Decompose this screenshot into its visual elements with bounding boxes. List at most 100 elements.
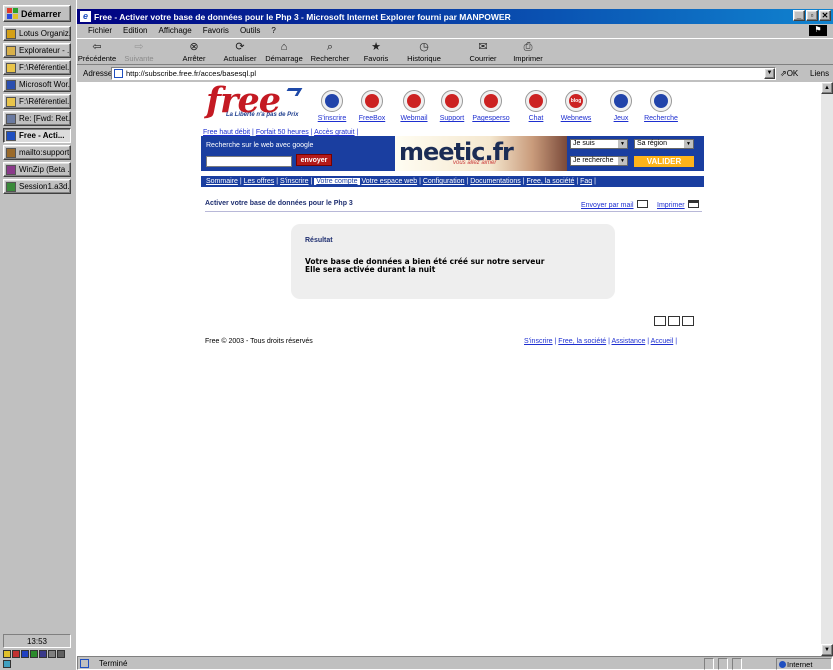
- nav-link[interactable]: Configuration: [423, 178, 465, 185]
- refresh-icon: ⟳: [235, 41, 245, 53]
- nav-icon-label: Support: [439, 115, 465, 122]
- send-mail-link[interactable]: Envoyer par mail: [581, 200, 648, 209]
- search-input[interactable]: [206, 156, 292, 167]
- toolbar-button[interactable]: ⟳ Actualiser: [218, 41, 262, 63]
- toolbar-button[interactable]: ✉ Courrier: [461, 41, 505, 63]
- title-bar[interactable]: e Free - Activer votre base de données p…: [77, 9, 833, 24]
- nav-icon-link[interactable]: FreeBox: [352, 90, 392, 122]
- menu-item[interactable]: ?: [271, 26, 275, 35]
- tray-agent-icon[interactable]: [39, 650, 47, 658]
- menu-item[interactable]: Favoris: [203, 26, 229, 35]
- nav-icon-label: Recherche: [644, 115, 678, 122]
- tray-volume-icon[interactable]: [3, 650, 11, 658]
- footer-link[interactable]: Free, la société: [558, 338, 606, 345]
- scroll-down-icon[interactable]: ▼: [821, 644, 833, 656]
- chat-icon: [525, 90, 547, 112]
- nav-link[interactable]: S'inscrire: [280, 178, 309, 185]
- search-submit-button[interactable]: envoyer: [296, 154, 332, 166]
- menu-item[interactable]: Edition: [123, 26, 147, 35]
- clock[interactable]: 13:53: [3, 634, 71, 648]
- zone-label: Internet: [787, 660, 813, 669]
- menu-item[interactable]: Affichage: [158, 26, 191, 35]
- toolbar-button[interactable]: ⌂ Démarrage: [262, 41, 306, 63]
- nav-icon-link[interactable]: Recherche: [641, 90, 681, 122]
- meetic-ad[interactable]: meetic.fr vous allez aimer: [395, 136, 567, 171]
- nav-icon-link[interactable]: Support: [432, 90, 472, 122]
- meetic-select-je-suis[interactable]: Je suis ▼: [570, 139, 628, 149]
- offer-link[interactable]: Forfait 50 heures: [256, 129, 309, 136]
- nav-link[interactable]: Free, la société: [527, 178, 575, 185]
- offer-link[interactable]: Free haut débit: [203, 129, 250, 136]
- minimize-button[interactable]: _: [793, 10, 805, 21]
- free-logo[interactable]: free La Liberté n'a pas de Prix: [204, 82, 309, 124]
- taskbar-item[interactable]: F:\Référentiel...: [3, 60, 71, 75]
- tray-display-icon[interactable]: [48, 650, 56, 658]
- toolbar-button[interactable]: ◷ Historique: [402, 41, 446, 63]
- logo-tagline: La Liberté n'a pas de Prix: [226, 112, 299, 118]
- address-input[interactable]: http://subscribe.free.fr/acces/basesql.p…: [111, 67, 776, 80]
- toolbar-button[interactable]: ⇨ Suivante: [117, 41, 161, 63]
- address-dropdown-button[interactable]: ▼: [764, 68, 775, 79]
- tray-printer-icon[interactable]: [57, 650, 65, 658]
- print-icon[interactable]: [668, 316, 680, 326]
- footer-link[interactable]: Accueil: [651, 338, 674, 345]
- nav-icon-link[interactable]: S'inscrire: [312, 90, 352, 122]
- winzip-icon: [6, 164, 16, 175]
- tray-network-icon[interactable]: [12, 650, 20, 658]
- go-button[interactable]: ⇗OK: [780, 67, 798, 80]
- separator: |: [354, 129, 359, 136]
- menu-item[interactable]: Fichier: [88, 26, 112, 35]
- footer-link[interactable]: Assistance: [611, 338, 645, 345]
- nav-link[interactable]: Sommaire: [206, 178, 238, 185]
- offer-link[interactable]: Accès gratuit: [314, 129, 354, 136]
- tray-app-icon[interactable]: [30, 650, 38, 658]
- toolbar-button[interactable]: ⌕ Rechercher: [308, 41, 352, 63]
- toolbar-button[interactable]: ⎙ Imprimer: [506, 41, 550, 63]
- nav-link[interactable]: Les offres: [244, 178, 275, 185]
- scroll-up-icon[interactable]: ▲: [821, 82, 833, 94]
- taskbar-item[interactable]: Explorateur - ...: [3, 43, 71, 58]
- nav-link[interactable]: Documentations: [470, 178, 521, 185]
- nav-icon-link[interactable]: blog Webnews: [556, 90, 596, 122]
- nav-icon-link[interactable]: Chat: [516, 90, 556, 122]
- meetic-select-region[interactable]: Sa région ▼: [634, 139, 694, 149]
- toolbar-button-label: Arrêter: [182, 54, 206, 63]
- nav-link[interactable]: Votre compte: [314, 178, 360, 185]
- share-icon[interactable]: [682, 316, 694, 326]
- toolbar-button[interactable]: ★ Favoris: [354, 41, 398, 63]
- toolbar-button[interactable]: ⊗ Arrêter: [172, 41, 216, 63]
- window-title: Free - Activer votre base de données pou…: [94, 11, 511, 22]
- toolbar-button[interactable]: ⇦ Précédente: [75, 41, 119, 63]
- meetic-select-je-recherche[interactable]: Je recherche ▼: [570, 156, 628, 166]
- taskbar-item-label: Free - Acti...: [19, 131, 65, 140]
- taskbar-item-label: F:\Référentiel...: [19, 97, 71, 106]
- security-zone[interactable]: Internet: [776, 658, 832, 670]
- taskbar-item[interactable]: Session1.a3d...: [3, 179, 71, 194]
- taskbar-item[interactable]: Lotus Organiz...: [3, 26, 71, 41]
- nav-icon-link[interactable]: Pagesperso: [471, 90, 511, 122]
- nav-icon-link[interactable]: Webmail: [394, 90, 434, 122]
- footer-link[interactable]: S'inscrire: [524, 338, 553, 345]
- taskbar-item[interactable]: Re: [Fwd: Ret...: [3, 111, 71, 126]
- tray-search-icon[interactable]: [3, 659, 11, 668]
- maximize-button[interactable]: ▫: [806, 10, 818, 21]
- nav-icon-link[interactable]: Jeux: [601, 90, 641, 122]
- close-button[interactable]: ✕: [819, 10, 831, 21]
- nav-link[interactable]: Votre espace web: [361, 178, 417, 185]
- menu-item[interactable]: Outils: [240, 26, 260, 35]
- print-label: Imprimer: [657, 202, 685, 209]
- nav-link[interactable]: Faq: [580, 178, 592, 185]
- taskbar-item[interactable]: Free - Acti...: [3, 128, 71, 143]
- search-label: Recherche sur le web avec google: [206, 142, 314, 149]
- vertical-scrollbar[interactable]: ▲ ▼: [821, 82, 833, 656]
- taskbar-item[interactable]: F:\Référentiel...: [3, 94, 71, 109]
- print-link[interactable]: Imprimer: [657, 200, 699, 209]
- taskbar-item[interactable]: WinZip (Beta ...: [3, 162, 71, 177]
- send-mail-icon[interactable]: [654, 316, 666, 326]
- meetic-valider-button[interactable]: VALIDER: [634, 156, 694, 167]
- stop-icon: ⊗: [189, 41, 199, 53]
- tray-shield-icon[interactable]: [21, 650, 29, 658]
- taskbar-item[interactable]: mailto:support...: [3, 145, 71, 160]
- start-button[interactable]: Démarrer: [3, 5, 71, 22]
- taskbar-item[interactable]: Microsoft Wor...: [3, 77, 71, 92]
